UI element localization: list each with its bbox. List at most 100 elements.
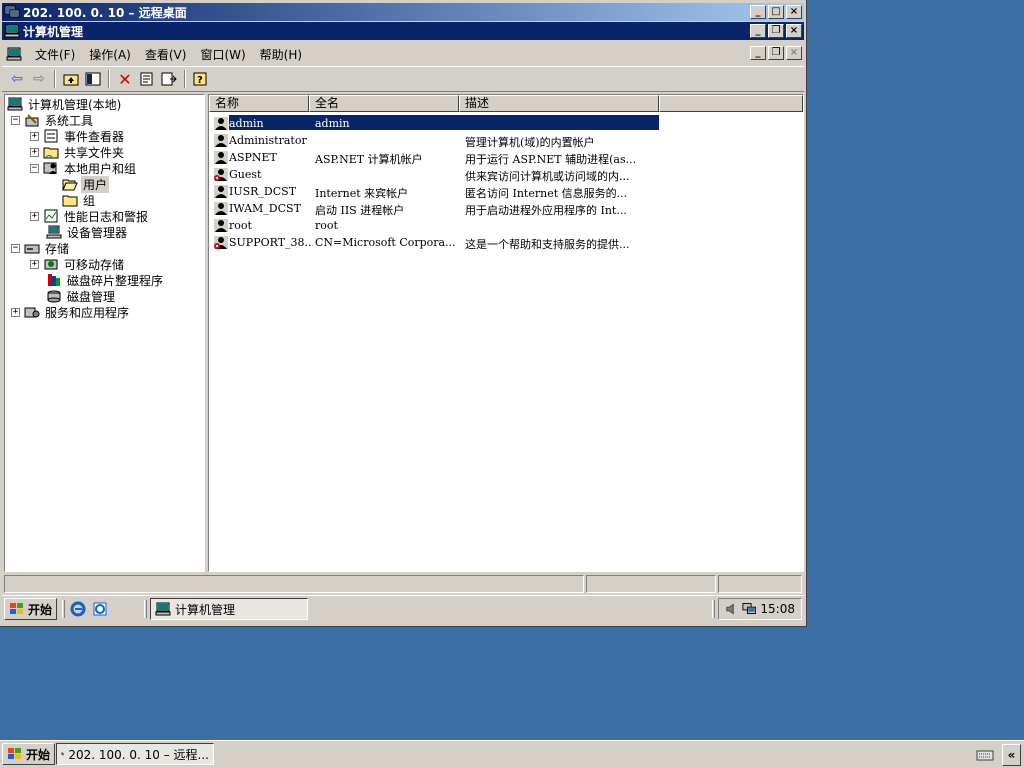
- cell-description: 用于启动进程外应用程序的 Int...: [465, 204, 627, 217]
- close-button[interactable]: ×: [786, 5, 802, 19]
- menu-file[interactable]: 文件(F): [28, 46, 82, 63]
- show-hidden-icons-button[interactable]: «: [1002, 744, 1021, 766]
- computer-management-icon: [155, 602, 171, 616]
- network-icon[interactable]: [742, 602, 757, 616]
- restore-button[interactable]: ❐: [768, 24, 784, 38]
- column-header-name[interactable]: 名称: [209, 95, 309, 112]
- tree-item-shared-folders[interactable]: + 共享文件夹: [30, 144, 126, 160]
- status-panel: [718, 575, 802, 593]
- toolbar-grip[interactable]: [62, 600, 65, 618]
- remote-desktop-icon: [4, 5, 20, 18]
- menu-action[interactable]: 操作(A): [82, 46, 138, 63]
- menu-view[interactable]: 查看(V): [138, 46, 194, 63]
- child-close-button[interactable]: ×: [786, 46, 802, 60]
- tree-item-services-apps[interactable]: + 服务和应用程序: [11, 304, 131, 320]
- table-row[interactable]: SUPPORT_38... CN=Microsoft Corpora... 这是一个…: [211, 234, 803, 251]
- table-row[interactable]: IUSR_DCST Internet 来宾帐户 匿名访问 Internet 信息服务…: [211, 183, 803, 200]
- system-tray: 15:08: [718, 598, 802, 620]
- toolbar-grip: [712, 600, 715, 618]
- tools-icon: [25, 114, 39, 127]
- expand-toggle[interactable]: +: [11, 307, 20, 317]
- menu-window[interactable]: 窗口(W): [193, 46, 252, 63]
- keyboard-icon[interactable]: [976, 748, 994, 762]
- cell-fullname: 启动 IIS 进程帐户: [315, 204, 405, 217]
- rdp-title-bar[interactable]: 202. 100. 0. 10 – 远程桌面 _ □ ×: [2, 3, 804, 21]
- expand-toggle[interactable]: +: [30, 211, 39, 221]
- table-row[interactable]: IWAM_DCST 启动 IIS 进程帐户 用于启动进程外应用程序的 Int...: [211, 200, 803, 217]
- collapse-toggle[interactable]: −: [11, 243, 20, 253]
- table-row[interactable]: root root: [211, 217, 803, 234]
- table-row[interactable]: ASPNET ASP.NET 计算机帐户 用于运行 ASP.NET 辅助进程(as.…: [211, 149, 803, 166]
- column-header-description[interactable]: 描述: [459, 95, 659, 112]
- taskbar-task-label: 202. 100. 0. 10 – 远程...: [68, 747, 209, 762]
- user-icon: [214, 151, 228, 164]
- tree-label: 性能日志和警报: [64, 209, 149, 224]
- event-viewer-icon: [44, 129, 58, 143]
- windows-logo-icon: [10, 603, 23, 614]
- expand-toggle[interactable]: +: [30, 147, 39, 157]
- delete-button[interactable]: ✕: [114, 69, 136, 89]
- status-panel: [4, 575, 584, 593]
- tree-item-system-tools[interactable]: − 系统工具: [11, 112, 95, 128]
- internet-explorer-icon[interactable]: [70, 601, 86, 617]
- clock[interactable]: 15:08: [760, 602, 795, 616]
- cell-description: 供来宾访问计算机或访问域的内...: [465, 170, 630, 183]
- taskbar-task-label: 计算机管理: [175, 602, 236, 617]
- svg-text:?: ?: [197, 75, 203, 86]
- start-button[interactable]: 开始: [4, 598, 58, 620]
- help-button[interactable]: ?: [190, 69, 212, 89]
- mmc-title-bar[interactable]: 计算机管理 _ ❐ ×: [2, 22, 804, 40]
- child-restore-button[interactable]: ❐: [768, 46, 784, 60]
- tree-item-removable-storage[interactable]: + 可移动存储: [30, 256, 126, 272]
- tree-label: 设备管理器: [67, 225, 128, 240]
- tree-label: 共享文件夹: [64, 145, 125, 160]
- collapse-toggle[interactable]: −: [11, 115, 20, 125]
- taskbar-button-computer-management[interactable]: 计算机管理: [150, 598, 308, 620]
- status-panel: [586, 575, 716, 593]
- expand-toggle[interactable]: +: [30, 259, 39, 269]
- minimize-button[interactable]: _: [750, 5, 766, 19]
- tree-item-disk-management[interactable]: 磁盘管理: [46, 288, 117, 304]
- up-level-button[interactable]: [60, 69, 82, 89]
- tree-item-storage[interactable]: − 存储: [11, 240, 71, 256]
- column-header-fullname[interactable]: 全名: [309, 95, 459, 112]
- tree-item-local-users-groups[interactable]: − 本地用户和组: [30, 160, 138, 176]
- arrow-left-icon: ⇦: [11, 71, 23, 87]
- child-minimize-button[interactable]: _: [750, 46, 766, 60]
- collapse-toggle[interactable]: −: [30, 163, 39, 173]
- tree-item-device-manager[interactable]: 设备管理器: [46, 224, 129, 240]
- start-button[interactable]: 开始: [2, 743, 56, 765]
- cell-fullname: admin: [315, 117, 350, 130]
- volume-icon[interactable]: [725, 602, 738, 616]
- table-row[interactable]: admin admin: [211, 115, 803, 132]
- status-bar: [2, 575, 804, 593]
- forward-button[interactable]: ⇨: [28, 69, 50, 89]
- tree-item-root[interactable]: 计算机管理(本地): [7, 96, 123, 112]
- toolbar-grip[interactable]: [144, 600, 147, 618]
- minimize-button[interactable]: _: [750, 24, 766, 38]
- user-icon: [214, 202, 228, 215]
- tree-item-perf-logs[interactable]: + 性能日志和警报: [30, 208, 150, 224]
- properties-button[interactable]: [136, 69, 158, 89]
- table-row[interactable]: Guest 供来宾访问计算机或访问域的内...: [211, 166, 803, 183]
- show-hide-tree-button[interactable]: [82, 69, 104, 89]
- expand-toggle[interactable]: +: [30, 131, 39, 141]
- tree-item-event-viewer[interactable]: + 事件查看器: [30, 128, 126, 144]
- computer-icon[interactable]: [6, 47, 22, 61]
- tree-label: 本地用户和组: [64, 161, 137, 176]
- cell-name: Administrator: [229, 134, 307, 147]
- outlook-express-icon[interactable]: [92, 601, 108, 617]
- export-list-button[interactable]: [158, 69, 180, 89]
- restore-button[interactable]: □: [768, 5, 784, 19]
- menu-help[interactable]: 帮助(H): [253, 46, 309, 63]
- help-icon: ?: [193, 72, 207, 86]
- taskbar-button-remote-desktop[interactable]: 202. 100. 0. 10 – 远程...: [56, 743, 214, 765]
- disk-management-icon: [47, 290, 61, 303]
- tree-item-defrag[interactable]: 磁盘碎片整理程序: [46, 272, 165, 288]
- back-button[interactable]: ⇦: [6, 69, 28, 89]
- close-button[interactable]: ×: [786, 24, 802, 38]
- cell-fullname: root: [315, 219, 338, 232]
- tree-item-groups[interactable]: 组: [62, 192, 97, 208]
- table-row[interactable]: Administrator 管理计算机(域)的内置帐户: [211, 132, 803, 149]
- tree-item-users[interactable]: 用户: [62, 175, 110, 193]
